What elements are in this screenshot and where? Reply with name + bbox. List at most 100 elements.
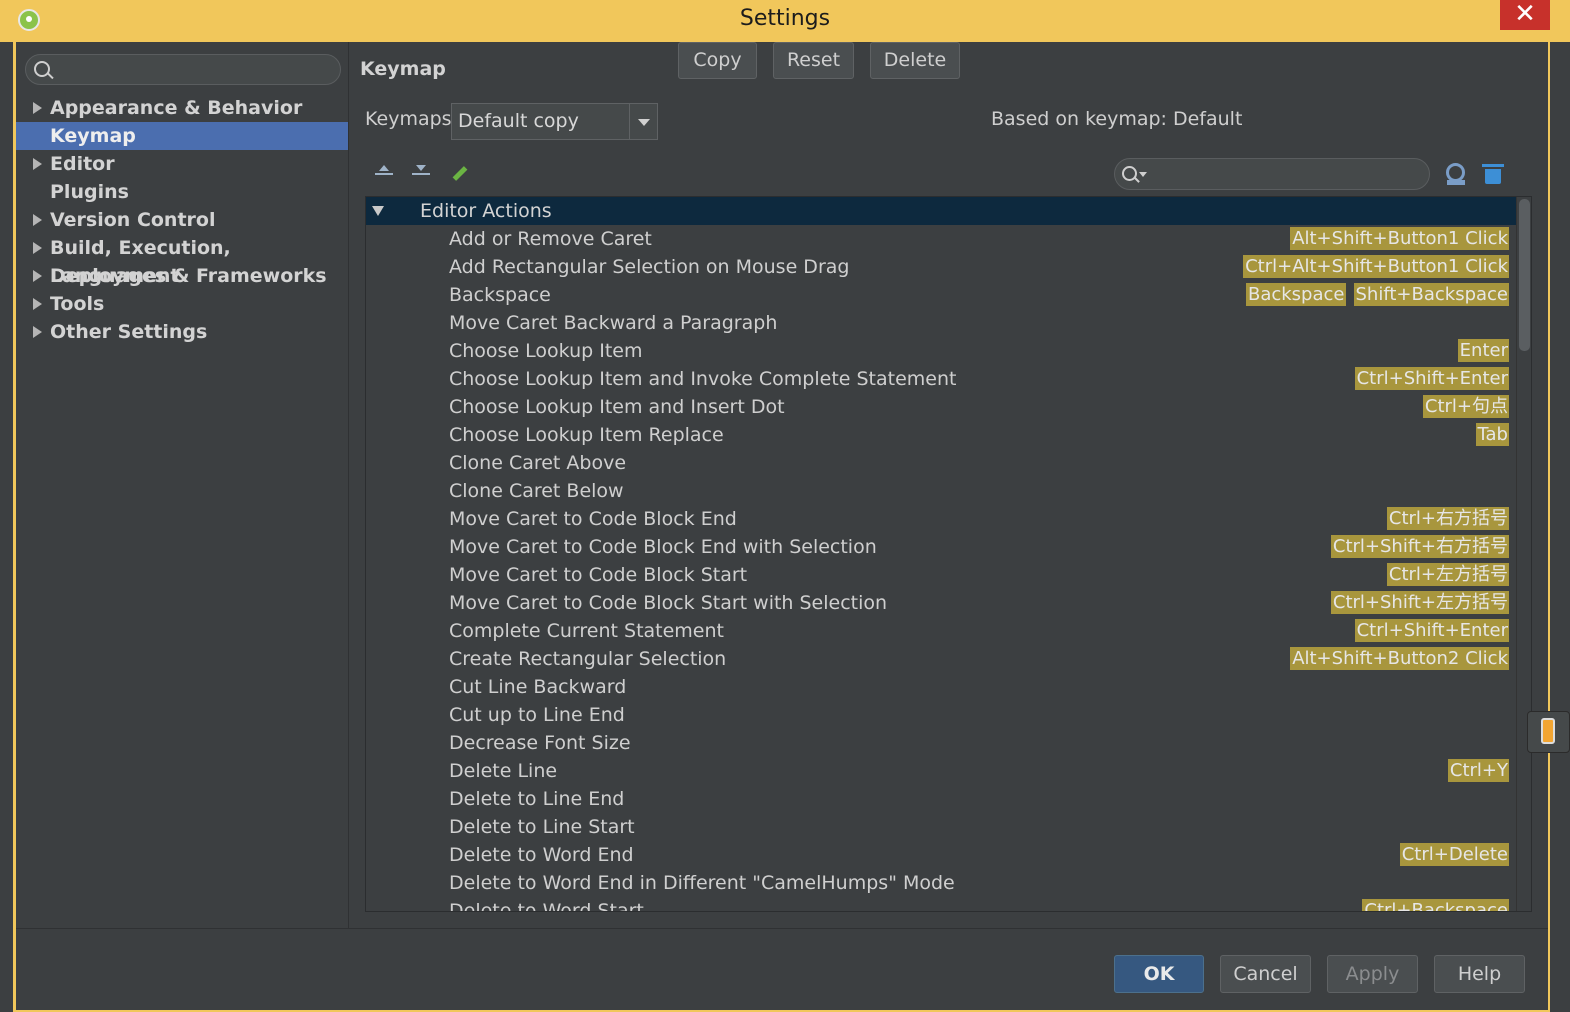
shortcut-list: Tab: [1475, 423, 1509, 446]
action-row[interactable]: Delete Line Ctrl+Y: [366, 757, 1516, 785]
cancel-button[interactable]: Cancel: [1220, 955, 1311, 993]
action-row[interactable]: Move Caret to Code Block Start Ctrl+左方括号: [366, 561, 1516, 589]
action-row[interactable]: Create Rectangular Selection Alt+Shift+Bu…: [366, 645, 1516, 673]
expand-arrow-icon[interactable]: [33, 298, 42, 310]
action-name: Move Caret Backward a Paragraph: [449, 312, 778, 334]
shortcut-list: Ctrl+Shift+左方括号: [1330, 591, 1509, 614]
action-filter-input[interactable]: [1155, 163, 1419, 187]
action-row[interactable]: Move Caret to Code Block Start with Sele…: [366, 589, 1516, 617]
shortcut-list: Ctrl+Delete: [1399, 843, 1509, 866]
shortcut-badge: Ctrl+Y: [1447, 759, 1509, 782]
action-name: Decrease Font Size: [449, 732, 631, 754]
search-options-chevron-icon[interactable]: [1139, 172, 1147, 177]
shortcut-badge: Ctrl+Delete: [1399, 843, 1509, 866]
sidebar-item[interactable]: Version Control: [16, 206, 348, 234]
action-row[interactable]: Choose Lookup Item and Insert Dot Ctrl+句点: [366, 393, 1516, 421]
action-row[interactable]: Move Caret to Code Block End Ctrl+右方括号: [366, 505, 1516, 533]
action-row[interactable]: Cut up to Line End: [366, 701, 1516, 729]
floating-tool-widget[interactable]: [1527, 711, 1570, 753]
expand-arrow-icon[interactable]: [33, 242, 42, 254]
action-row[interactable]: Move Caret to Code Block End with Select…: [366, 533, 1516, 561]
action-name: Move Caret to Code Block End with Select…: [449, 536, 877, 558]
action-name: Add Rectangular Selection on Mouse Drag: [449, 256, 850, 278]
sidebar-item[interactable]: Build, Execution, Deployment: [16, 234, 348, 287]
shortcut-list: Alt+Shift+Button2 Click: [1290, 647, 1509, 670]
shortcut-list: Ctrl+左方括号: [1386, 563, 1509, 586]
sidebar-item-label: Languages & Frameworks: [50, 265, 327, 287]
action-row[interactable]: Add Rectangular Selection on Mouse Drag C…: [366, 253, 1516, 281]
action-name: Clone Caret Above: [449, 452, 627, 474]
action-row[interactable]: Delete to Word Start Ctrl+Backspace: [366, 897, 1516, 911]
action-filter[interactable]: [1114, 158, 1430, 190]
close-button[interactable]: ✕: [1500, 0, 1550, 30]
action-name: Add or Remove Caret: [449, 228, 652, 250]
shortcut-badge: Ctrl+Backspace: [1362, 899, 1509, 911]
search-icon: [1122, 166, 1137, 181]
expand-all-icon[interactable]: [373, 163, 395, 185]
action-row[interactable]: Decrease Font Size: [366, 729, 1516, 757]
action-row[interactable]: Cut Line Backward: [366, 673, 1516, 701]
device-icon: [1541, 718, 1555, 744]
action-name: Cut up to Line End: [449, 704, 625, 726]
expand-arrow-icon[interactable]: [33, 270, 42, 282]
apply-button[interactable]: Apply: [1327, 955, 1418, 993]
expand-arrow-icon[interactable]: [33, 214, 42, 226]
sidebar-item[interactable]: Keymap: [16, 122, 348, 150]
action-name: Delete to Word End: [449, 844, 634, 866]
action-row[interactable]: Add or Remove Caret Alt+Shift+Button1 Cli…: [366, 225, 1516, 253]
action-name: Clone Caret Below: [449, 480, 624, 502]
action-name: Choose Lookup Item and Insert Dot: [449, 396, 785, 418]
action-row[interactable]: Delete to Word End Ctrl+Delete: [366, 841, 1516, 869]
delete-button[interactable]: Delete: [870, 42, 960, 79]
chevron-down-icon[interactable]: [629, 104, 657, 139]
collapse-all-icon[interactable]: [410, 163, 432, 185]
expand-arrow-icon[interactable]: [33, 102, 42, 114]
ok-button[interactable]: OK: [1114, 955, 1204, 993]
help-button[interactable]: Help: [1434, 955, 1525, 993]
action-name: Delete Line: [449, 760, 558, 782]
clear-filter-trash-icon[interactable]: [1482, 162, 1504, 186]
scrollbar-thumb[interactable]: [1519, 199, 1530, 351]
action-row[interactable]: Choose Lookup Item Replace Tab: [366, 421, 1516, 449]
shortcut-list: Ctrl+Backspace: [1362, 899, 1509, 911]
find-by-shortcut-icon[interactable]: [1443, 161, 1469, 187]
tree-group-row[interactable]: Editor Actions: [366, 197, 1516, 225]
keymap-panel: Keymap Keymaps: Default copy Copy Reset …: [349, 42, 1548, 928]
sidebar-item[interactable]: Editor: [16, 150, 348, 178]
action-row[interactable]: Clone Caret Above: [366, 449, 1516, 477]
shortcut-badge: Alt+Shift+Button2 Click: [1290, 647, 1509, 670]
action-row[interactable]: Move Caret Backward a Paragraph: [366, 309, 1516, 337]
reset-button[interactable]: Reset: [773, 42, 854, 79]
sidebar-search[interactable]: [25, 54, 341, 85]
scrollbar[interactable]: [1516, 197, 1531, 911]
keymaps-label: Keymaps:: [365, 108, 458, 130]
action-row[interactable]: Choose Lookup Item and Invoke Complete S…: [366, 365, 1516, 393]
based-on-label: Based on keymap: Default: [991, 108, 1243, 130]
shortcut-list: Ctrl+右方括号: [1386, 507, 1509, 530]
sidebar-search-input[interactable]: [60, 58, 334, 82]
expand-arrow-icon[interactable]: [33, 158, 42, 170]
action-row[interactable]: Choose Lookup Item Enter: [366, 337, 1516, 365]
action-row[interactable]: Delete to Line End: [366, 785, 1516, 813]
sidebar-item-label: Other Settings: [50, 321, 208, 343]
shortcut-list: Backspace Shift+Backspace: [1245, 283, 1509, 306]
action-row[interactable]: Delete to Word End in Different "CamelHu…: [366, 869, 1516, 897]
sidebar-item[interactable]: Tools: [16, 290, 348, 318]
copy-button[interactable]: Copy: [678, 42, 757, 79]
keymap-action-list[interactable]: Editor Actions Add or Remove Caret Alt+Sh…: [365, 196, 1532, 912]
action-row[interactable]: Complete Current Statement Ctrl+Shift+Ent…: [366, 617, 1516, 645]
sidebar-item[interactable]: Appearance & Behavior: [16, 94, 348, 122]
keymap-select[interactable]: Default copy: [451, 103, 658, 140]
action-row[interactable]: Backspace Backspace Shift+Backspace: [366, 281, 1516, 309]
shortcut-badge: Ctrl+Shift+Enter: [1354, 367, 1509, 390]
sidebar-item[interactable]: Other Settings: [16, 318, 348, 346]
expand-arrow-icon[interactable]: [33, 326, 42, 338]
sidebar-item[interactable]: Plugins: [16, 178, 348, 206]
sidebar-item[interactable]: Languages & Frameworks: [16, 262, 348, 290]
edit-shortcut-icon[interactable]: [448, 163, 470, 185]
expand-arrow-icon[interactable]: [372, 206, 384, 216]
shortcut-list: Ctrl+Alt+Shift+Button1 Click: [1243, 255, 1509, 278]
action-row[interactable]: Delete to Line Start: [366, 813, 1516, 841]
action-row[interactable]: Clone Caret Below: [366, 477, 1516, 505]
shortcut-list: Ctrl+Shift+右方括号: [1330, 535, 1509, 558]
